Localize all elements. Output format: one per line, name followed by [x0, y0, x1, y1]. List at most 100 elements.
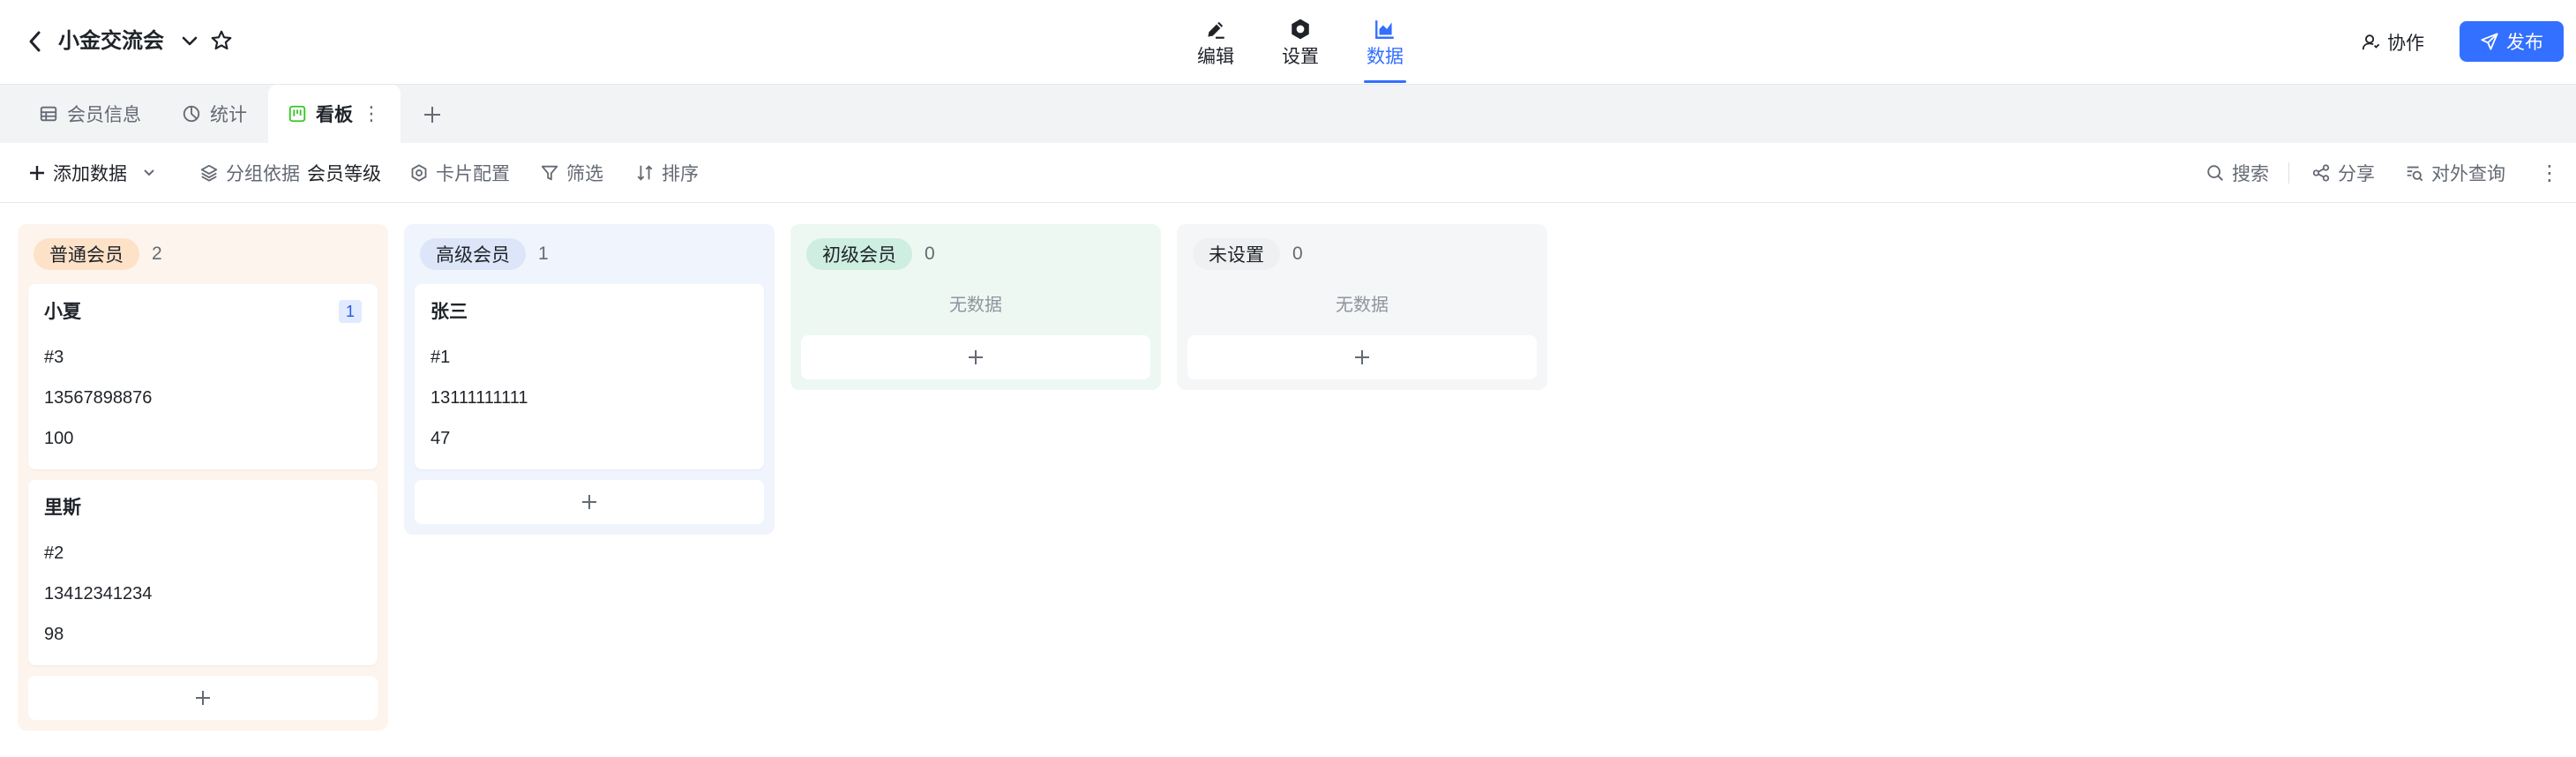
filter-label: 筛选: [566, 164, 603, 184]
table-icon: [40, 106, 57, 122]
column-count: 0: [1292, 244, 1303, 264]
kanban-card[interactable]: 小夏 1 #3 13567898876 100: [28, 284, 378, 469]
share-button[interactable]: 分享: [2311, 143, 2375, 203]
card-field-points: 100: [44, 429, 74, 448]
back-button[interactable]: [21, 26, 49, 56]
app-title: 小金交流会: [58, 29, 164, 53]
tab-member-info[interactable]: 会员信息: [39, 85, 141, 143]
chevron-down-icon: [182, 36, 198, 46]
chart-icon: [1372, 16, 1398, 42]
empty-state-text: 无数据: [949, 295, 1002, 315]
kanban-column-junior: 初级会员 0 无数据: [790, 224, 1161, 390]
toolbar-divider: [2288, 162, 2289, 184]
favorite-button[interactable]: [208, 27, 235, 54]
mode-settings[interactable]: 设置: [1258, 11, 1343, 85]
mode-data-label: 数据: [1367, 47, 1404, 67]
more-vertical-icon[interactable]: ⋮: [362, 102, 381, 125]
column-count: 0: [925, 244, 935, 264]
column-header: 高级会员 1: [415, 235, 764, 274]
mode-data[interactable]: 数据: [1343, 11, 1427, 85]
card-field-id: #2: [44, 543, 64, 563]
add-card-button[interactable]: [801, 335, 1150, 379]
search-button[interactable]: 搜索: [2205, 143, 2269, 203]
plus-icon: [582, 495, 596, 509]
plus-icon: [30, 166, 44, 180]
card-field-phone: 13412341234: [44, 584, 153, 603]
card-badge: 1: [339, 300, 362, 323]
filter-icon: [541, 165, 558, 181]
card-config-button[interactable]: 卡片配置: [409, 143, 510, 203]
view-tabs: 会员信息 统计 看板 ⋮: [0, 85, 2576, 143]
card-config-label: 卡片配置: [436, 164, 510, 184]
group-by-button[interactable]: 分组依据 会员等级: [199, 143, 381, 203]
tab-statistics-label: 统计: [210, 105, 247, 125]
add-card-button[interactable]: [415, 480, 764, 524]
mode-switcher: 编辑 设置 数据: [1173, 11, 1427, 85]
column-label-pill[interactable]: 初级会员: [806, 238, 912, 270]
title-dropdown-button[interactable]: [178, 30, 201, 53]
card-title: 里斯: [44, 498, 81, 518]
column-label-pill[interactable]: 普通会员: [34, 238, 139, 270]
add-view-button[interactable]: [415, 97, 450, 132]
column-header: 普通会员 2: [28, 235, 378, 274]
kanban-card[interactable]: 里斯 #2 13412341234 98: [28, 480, 378, 665]
gear-icon: [1287, 16, 1314, 42]
chevron-left-icon: [29, 31, 41, 52]
card-field-phone: 13567898876: [44, 388, 153, 408]
card-field-id: #3: [44, 348, 64, 367]
sort-icon: [637, 165, 653, 181]
user-icon: [2362, 34, 2380, 50]
card-field-id: #1: [431, 348, 451, 367]
external-query-button[interactable]: 对外查询: [2405, 143, 2505, 203]
card-title: 小夏: [44, 302, 81, 322]
search-icon: [2207, 165, 2223, 181]
card-field-phone: 13111111111: [431, 388, 528, 408]
column-label-pill[interactable]: 高级会员: [420, 238, 526, 270]
kanban-card[interactable]: 张三 #1 13111111111 47: [415, 284, 764, 469]
column-label-pill[interactable]: 未设置: [1193, 238, 1280, 270]
column-count: 2: [152, 244, 162, 264]
plus-icon: [1355, 350, 1369, 364]
column-header: 未设置 0: [1187, 235, 1537, 274]
add-data-button[interactable]: 添加数据: [28, 143, 155, 203]
tab-kanban-label: 看板: [316, 105, 353, 125]
card-field-points: 98: [44, 625, 64, 644]
publish-button[interactable]: 发布: [2460, 21, 2564, 62]
plus-icon: [969, 350, 983, 364]
plus-icon: [424, 107, 440, 123]
mode-edit-label: 编辑: [1197, 47, 1234, 67]
query-icon: [2407, 166, 2423, 182]
send-icon: [2481, 33, 2498, 50]
pie-chart-icon: [183, 105, 200, 123]
more-vertical-icon: ⋮: [2539, 161, 2560, 185]
filter-button[interactable]: 筛选: [540, 143, 603, 203]
card-title: 张三: [431, 302, 468, 322]
kanban-column-senior: 高级会员 1 张三 #1 13111111111 47: [404, 224, 775, 535]
add-card-button[interactable]: [1187, 335, 1537, 379]
card-field-points: 47: [431, 429, 451, 448]
share-label: 分享: [2338, 164, 2375, 184]
tab-member-info-label: 会员信息: [67, 105, 141, 125]
column-header: 初级会员 0: [801, 235, 1150, 274]
search-label: 搜索: [2232, 164, 2269, 184]
more-options-button[interactable]: ⋮: [2539, 143, 2560, 203]
gear-icon: [411, 164, 427, 182]
plus-icon: [196, 691, 210, 705]
kanban-board: 普通会员 2 小夏 1 #3 13567898876 100 里斯 #2 134…: [0, 203, 2576, 757]
add-card-button[interactable]: [28, 676, 378, 720]
external-query-label: 对外查询: [2431, 164, 2505, 184]
board-toolbar: 添加数据 分组依据 会员等级 卡片配置 筛选 排序 搜索 分享 对外查询 ⋮: [0, 143, 2576, 203]
mode-edit[interactable]: 编辑: [1173, 11, 1258, 85]
group-by-label: 分组依据: [226, 164, 300, 184]
kanban-column-unset: 未设置 0 无数据: [1177, 224, 1547, 390]
collaborate-button[interactable]: 协作: [2361, 23, 2424, 62]
column-count: 1: [538, 244, 549, 264]
empty-state-text: 无数据: [1336, 295, 1389, 315]
sort-button[interactable]: 排序: [635, 143, 699, 203]
add-data-label: 添加数据: [53, 164, 127, 184]
sort-label: 排序: [662, 164, 699, 184]
tab-kanban[interactable]: 看板 ⋮: [268, 85, 401, 143]
kanban-column-regular: 普通会员 2 小夏 1 #3 13567898876 100 里斯 #2 134…: [18, 224, 388, 731]
tab-statistics[interactable]: 统计: [182, 85, 247, 143]
mode-settings-label: 设置: [1282, 47, 1319, 67]
